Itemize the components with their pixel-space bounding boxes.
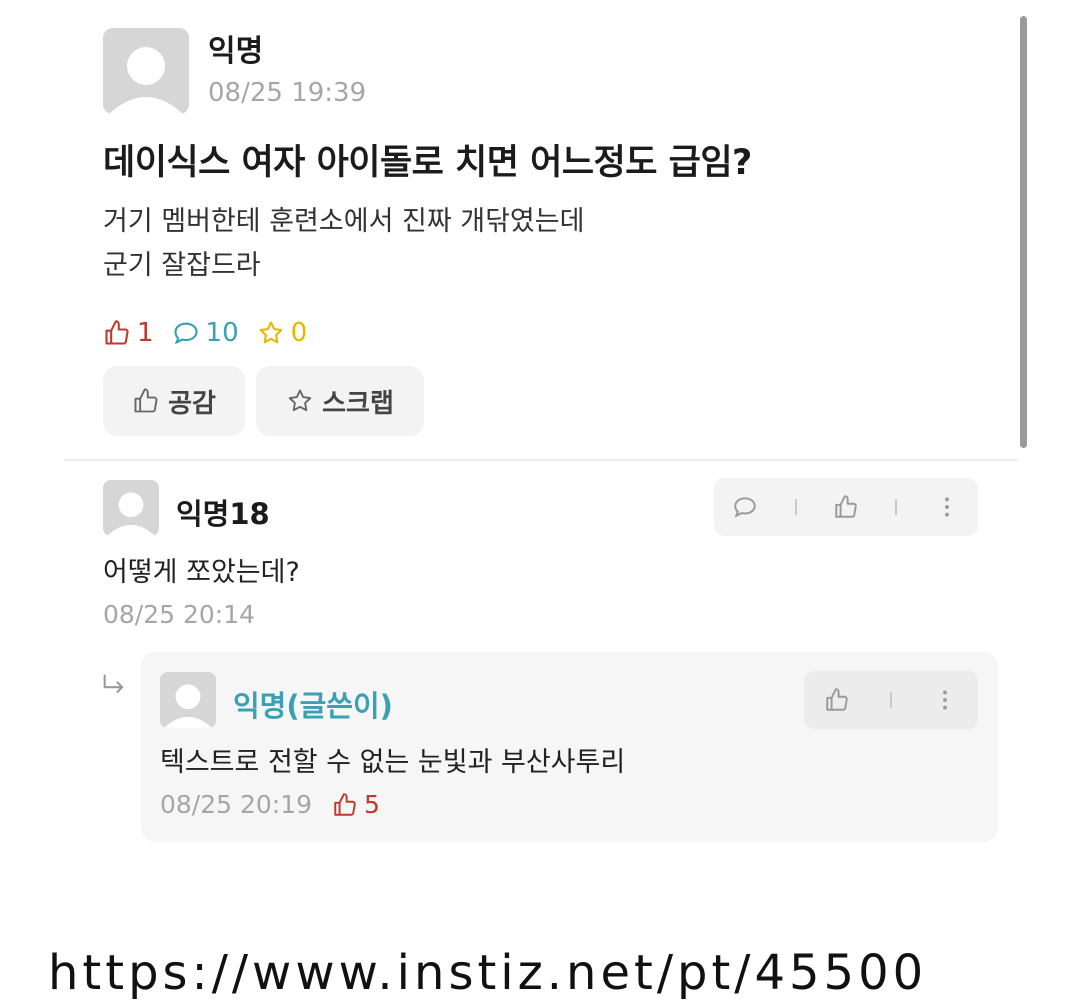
- comment-toolbar: [714, 478, 978, 536]
- reply-text: 텍스트로 전할 수 없는 눈빛과 부산사투리: [160, 747, 626, 778]
- post-body-line: 군기 잘잡드라: [103, 250, 261, 281]
- toolbar-separator: [895, 499, 898, 515]
- scrap-button-label: 스크랩: [322, 388, 394, 419]
- thumbs-up-icon: [105, 320, 129, 345]
- comment-author-name: 익명18: [176, 497, 270, 531]
- reply-author-avatar: [160, 672, 216, 728]
- post-body-line: 거기 멤버한테 훈련소에서 진짜 개닦였는데: [103, 206, 585, 237]
- like-count-value: 1: [137, 318, 154, 348]
- thumbs-up-icon[interactable]: [824, 687, 850, 713]
- reply-bubble-icon[interactable]: [732, 494, 758, 520]
- reply-toolbar: [804, 671, 978, 729]
- thumbs-up-icon[interactable]: [833, 494, 859, 520]
- comment-author-avatar: [103, 480, 159, 536]
- reply-author-name: 익명(글쓴이): [233, 689, 393, 723]
- post-stats: 1 10 0: [103, 318, 325, 348]
- comment-text: 어떻게 쪼았는데?: [103, 557, 300, 588]
- comment-count: 10: [172, 318, 239, 348]
- like-button-label: 공감: [168, 388, 216, 419]
- toolbar-separator: [890, 692, 892, 708]
- more-options-icon[interactable]: [934, 494, 960, 520]
- star-icon: [288, 389, 312, 412]
- reply-timestamp: 08/25 20:19: [160, 790, 313, 819]
- divider: [64, 459, 1018, 461]
- speech-bubble-icon: [173, 322, 198, 345]
- like-count: 1: [103, 318, 154, 348]
- reply-meta: 08/25 20:19 5: [160, 790, 380, 819]
- post-body: 거기 멤버한테 훈련소에서 진짜 개닦였는데 군기 잘잡드라: [103, 200, 584, 288]
- post-author-name: 익명: [208, 34, 264, 69]
- reply-arrow-icon: [103, 674, 124, 693]
- scrap-count-value: 0: [290, 318, 308, 348]
- more-options-icon[interactable]: [932, 687, 958, 713]
- post-author-avatar: [103, 28, 189, 114]
- reply-like-count: 5: [364, 790, 380, 819]
- star-icon: [259, 321, 282, 344]
- like-button[interactable]: 공감: [103, 366, 245, 436]
- thumbs-up-icon: [134, 388, 158, 413]
- scrap-button[interactable]: 스크랩: [256, 366, 424, 436]
- comment-count-value: 10: [205, 318, 239, 348]
- post-timestamp: 08/25 19:39: [208, 78, 367, 108]
- footer-url-text: https://www.instiz.net/pt/45500: [48, 945, 928, 1001]
- thumbs-up-icon: [334, 792, 356, 816]
- scrollbar[interactable]: [1020, 16, 1027, 448]
- post-title: 데이식스 여자 아이돌로 치면 어느정도 급임?: [103, 143, 752, 183]
- toolbar-separator: [794, 499, 797, 515]
- comment-timestamp: 08/25 20:14: [103, 600, 256, 629]
- scrap-count: 0: [257, 318, 308, 348]
